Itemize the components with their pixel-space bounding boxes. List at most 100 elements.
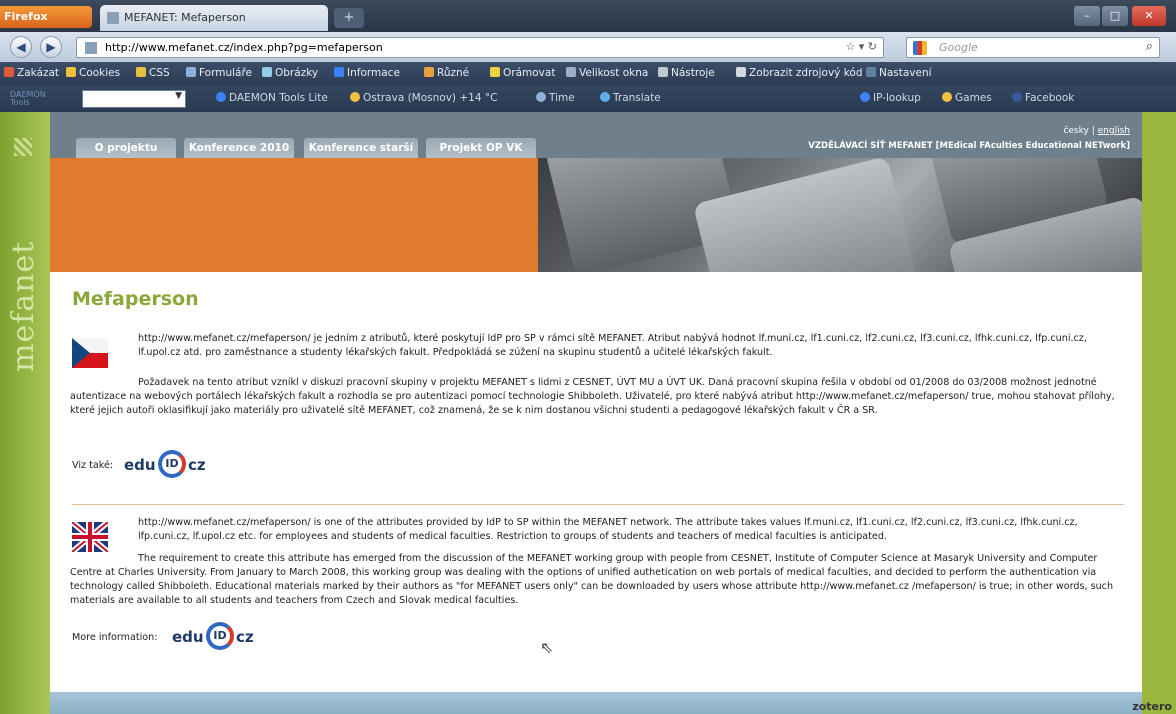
close-icon[interactable]: ✕ <box>1132 6 1166 26</box>
search-placeholder: Google <box>939 41 978 54</box>
toolbar-item-label: Formuláře <box>199 67 253 79</box>
url-text: http://www.mefanet.cz/index.php?pg=mefap… <box>105 41 383 54</box>
toolbar-item-label: CSS <box>149 67 170 79</box>
extension-icon <box>942 92 952 102</box>
left-brand-strip: mefanet <box>0 112 50 714</box>
toolbar-item-10[interactable]: Zobrazit zdrojový kód <box>736 67 863 79</box>
toolbar-item-0[interactable]: Zakázat <box>4 67 59 79</box>
extension-right-item-0[interactable]: IP-lookup <box>860 92 921 104</box>
main-content: Mefaperson http://www.mefanet.cz/mefaper… <box>50 272 1142 692</box>
toolbar-item-label: Orámovat <box>503 67 556 79</box>
daemon-tools-logo: DAEMON Tools <box>10 90 46 107</box>
toolbar-item-1[interactable]: Cookies <box>66 67 120 79</box>
firefox-menu-button[interactable]: Firefox <box>0 6 92 28</box>
orange-banner <box>50 158 538 272</box>
toolbar-item-9[interactable]: Nástroje <box>658 67 715 79</box>
site-header: O projektu Konference 2010 Konference st… <box>50 112 1142 158</box>
lang-cz[interactable]: česky <box>1063 126 1088 136</box>
web-page: mefanet O projektu Konference 2010 Konfe… <box>0 112 1176 714</box>
new-tab-button[interactable]: + <box>334 8 364 28</box>
extension-icon <box>350 92 360 102</box>
cz-paragraph-2: Požadavek na tento atribut vznikl v disk… <box>70 377 1115 416</box>
nav-tab-o-projektu[interactable]: O projektu <box>76 138 176 158</box>
extension-item-2[interactable]: Time <box>536 92 575 104</box>
toolbar-item-2[interactable]: CSS <box>136 67 170 79</box>
extension-item-3[interactable]: Translate <box>600 92 661 104</box>
lang-english-link[interactable]: english <box>1098 126 1130 136</box>
google-icon <box>913 41 927 55</box>
extension-icon <box>600 92 610 102</box>
eduid-logo-link[interactable]: edu ID cz <box>124 450 214 478</box>
toolbar-item-5[interactable]: Informace <box>334 67 400 79</box>
toolbar-item-icon <box>262 67 272 77</box>
page-footer-strip <box>50 692 1142 714</box>
extension-icon <box>1012 92 1022 102</box>
toolbar-item-label: Zobrazit zdrojový kód <box>749 67 863 79</box>
toolbar-item-label: Nastavení <box>879 67 932 79</box>
toolbar-item-7[interactable]: Orámovat <box>490 67 555 79</box>
extension-item-1[interactable]: Ostrava (Mosnov) +14 °C <box>350 92 497 104</box>
back-icon[interactable]: ◀ <box>10 36 32 58</box>
eduid-logo-link-en[interactable]: edu ID cz <box>172 622 262 650</box>
site-favicon-icon <box>85 42 97 54</box>
page-title: Mefaperson <box>72 288 199 310</box>
toolbar-item-icon <box>866 67 876 77</box>
pattern-icon <box>14 138 32 156</box>
toolbar-item-icon <box>4 67 14 77</box>
extensions-toolbar: DAEMON Tools ▼ DAEMON Tools Lite Ostrava (… <box>0 86 1176 112</box>
toolbar-item-4[interactable]: Obrázky <box>262 67 318 79</box>
nav-tab-projekt-op-vk[interactable]: Projekt OP VK <box>426 138 536 158</box>
toolbar-item-icon <box>136 67 146 77</box>
toolbar-item-label: Nástroje <box>671 67 715 79</box>
toolbar-item-icon <box>424 67 434 77</box>
see-also-label: Viz také: <box>72 460 114 471</box>
extension-label: DAEMON Tools Lite <box>229 92 328 104</box>
maximize-icon[interactable]: □ <box>1102 6 1128 26</box>
toolbar-item-icon <box>566 67 576 77</box>
toolbar-item-label: Obrázky <box>275 67 319 79</box>
developer-toolbar: Zakázat Cookies CSS Formuláře Obrázky Informa… <box>0 62 1176 86</box>
daemon-drive-select[interactable]: ▼ <box>82 90 186 108</box>
forward-icon[interactable]: ▶ <box>40 36 62 58</box>
toolbar-item-label: Zakázat <box>17 67 60 79</box>
toolbar-item-icon <box>66 67 76 77</box>
toolbar-item-icon <box>334 67 344 77</box>
toolbar-item-8[interactable]: Velikost okna <box>566 67 648 79</box>
uk-flag-icon <box>72 522 108 552</box>
toolbar-item-icon <box>186 67 196 77</box>
toolbar-item-label: Velikost okna <box>579 67 649 79</box>
extension-icon <box>860 92 870 102</box>
search-icon[interactable]: ⌕ <box>1146 39 1153 54</box>
en-paragraph-1: http://www.mefanet.cz/mefaperson/ is one… <box>138 517 1078 542</box>
language-switch: česky | english <box>1063 126 1130 136</box>
star-reload-icons[interactable]: ☆ ▾ ↻ <box>845 40 877 53</box>
zotero-button[interactable]: zotero <box>1132 700 1172 713</box>
minimize-icon[interactable]: – <box>1074 6 1100 26</box>
divider <box>72 504 1124 505</box>
nav-tab-konference-2010[interactable]: Konference 2010 <box>184 138 294 158</box>
browser-tab[interactable]: MEFANET: Mefaperson <box>100 5 328 31</box>
extension-right-item-1[interactable]: Games <box>942 92 992 104</box>
toolbar-item-icon <box>490 67 500 77</box>
extension-item-0[interactable]: DAEMON Tools Lite <box>216 92 328 104</box>
extension-label: Games <box>955 92 992 104</box>
address-bar[interactable]: http://www.mefanet.cz/index.php?pg=mefap… <box>76 37 884 58</box>
right-strip <box>1142 112 1176 714</box>
toolbar-item-3[interactable]: Formuláře <box>186 67 252 79</box>
nav-tab-konference-starsi[interactable]: Konference starší <box>304 138 418 158</box>
extension-right-item-2[interactable]: Facebook <box>1012 92 1074 104</box>
extension-label: IP-lookup <box>873 92 921 104</box>
toolbar-item-6[interactable]: Různé <box>424 67 469 79</box>
en-paragraph-2: The requirement to create this attribute… <box>70 553 1114 606</box>
search-input[interactable]: Google ⌕ <box>906 37 1160 58</box>
toolbar-item-icon <box>736 67 746 77</box>
extension-icon <box>216 92 226 102</box>
toolbar-item-icon <box>658 67 668 77</box>
toolbar-item-11[interactable]: Nastavení <box>866 67 932 79</box>
tab-title: MEFANET: Mefaperson <box>124 11 246 24</box>
toolbar-item-label: Různé <box>437 67 470 79</box>
navigation-bar: ◀ ▶ http://www.mefanet.cz/index.php?pg=m… <box>0 32 1176 62</box>
site-brand: mefanet <box>6 240 41 372</box>
network-tagline: VZDĚLÁVACÍ SÍŤ MEFANET [MEdical FAcultie… <box>808 141 1130 151</box>
extension-label: Time <box>549 92 575 104</box>
